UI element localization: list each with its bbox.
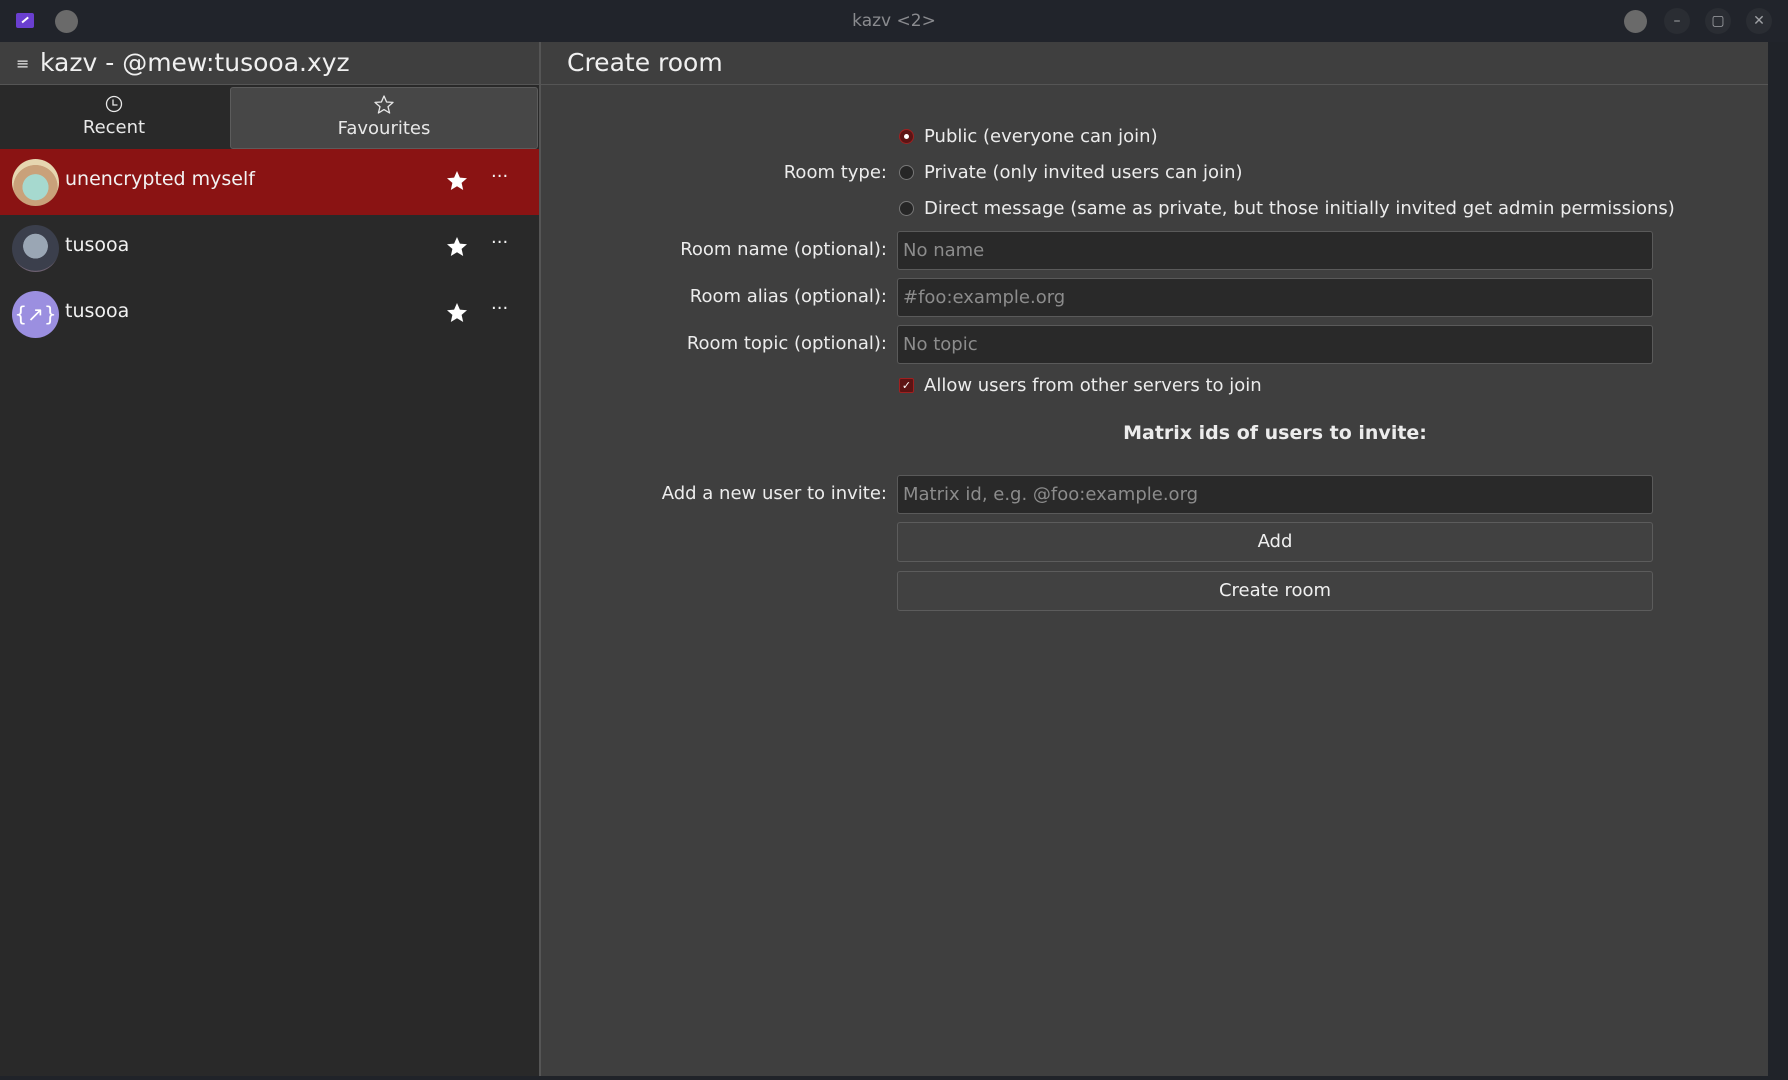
room-avatar	[12, 159, 59, 206]
room-avatar: {↗}	[12, 291, 59, 338]
room-alias-input[interactable]	[897, 278, 1653, 317]
tab-recent[interactable]: Recent	[0, 87, 228, 149]
invite-user-input[interactable]	[897, 475, 1653, 514]
radio-button[interactable]	[899, 200, 914, 216]
room-name: tusooa	[65, 234, 130, 256]
create-room-page: Create room Room type: Public (everyone …	[541, 42, 1768, 1076]
room-alias-label: Room alias (optional):	[689, 286, 887, 307]
app-window: ≡ kazv - @mew:tusooa.xyz Recent Favourit…	[0, 42, 1768, 1076]
radio-private-label: Private (only invited users can join)	[924, 161, 1243, 183]
favourite-star-icon[interactable]	[445, 235, 469, 259]
room-topic-input[interactable]	[897, 325, 1653, 364]
window-extra-button[interactable]	[1624, 10, 1647, 33]
favourite-star-icon[interactable]	[445, 301, 469, 325]
room-name-input[interactable]	[897, 231, 1653, 270]
allow-federation-checkbox-row[interactable]: ✓ Allow users from other servers to join	[899, 375, 1262, 396]
radio-direct-message-label: Direct message (same as private, but tho…	[924, 197, 1675, 219]
radio-public[interactable]: Public (everyone can join)	[899, 123, 1158, 149]
room-list-item[interactable]: {↗} tusooa ···	[0, 281, 539, 347]
invite-user-label: Add a new user to invite:	[661, 483, 887, 504]
maximize-button[interactable]: ▢	[1705, 8, 1731, 34]
allow-federation-label: Allow users from other servers to join	[924, 375, 1262, 396]
room-type-label: Room type:	[783, 162, 887, 183]
window-titlebar: kazv <2> – ▢ ✕	[0, 0, 1788, 42]
create-room-button[interactable]: Create room	[897, 571, 1653, 611]
tab-favourites[interactable]: Favourites	[230, 87, 538, 149]
room-topic-label: Room topic (optional):	[686, 333, 887, 354]
clock-icon	[105, 95, 123, 113]
room-list-item[interactable]: tusooa ···	[0, 215, 539, 281]
page-title: Create room	[567, 48, 723, 77]
radio-private[interactable]: Private (only invited users can join)	[899, 159, 1243, 185]
minimize-button[interactable]: –	[1664, 8, 1690, 34]
room-name: tusooa	[65, 300, 130, 322]
room-list-tabs: Recent Favourites	[0, 85, 539, 149]
invite-section-title: Matrix ids of users to invite:	[1123, 422, 1427, 444]
sidebar-header: ≡ kazv - @mew:tusooa.xyz	[0, 42, 539, 85]
room-name: unencrypted myself	[65, 168, 255, 190]
radio-public-label: Public (everyone can join)	[924, 125, 1158, 147]
room-more-options-button[interactable]: ···	[491, 166, 508, 187]
tab-recent-label: Recent	[82, 117, 146, 138]
tab-favourites-label: Favourites	[337, 118, 431, 139]
close-button[interactable]: ✕	[1746, 8, 1772, 34]
hamburger-menu-icon[interactable]: ≡	[16, 54, 29, 73]
room-list: unencrypted myself ··· tusooa ··· {↗} tu…	[0, 149, 539, 347]
room-list-item[interactable]: unencrypted myself ···	[0, 149, 539, 215]
allow-federation-checkbox[interactable]: ✓	[899, 378, 914, 393]
add-invitee-button[interactable]: Add	[897, 522, 1653, 562]
window-title: kazv <2>	[852, 11, 936, 31]
star-outline-icon	[374, 95, 394, 114]
favourite-star-icon[interactable]	[445, 169, 469, 193]
room-more-options-button[interactable]: ···	[491, 232, 508, 253]
room-name-label: Room name (optional):	[680, 239, 887, 260]
sidebar: ≡ kazv - @mew:tusooa.xyz Recent Favourit…	[0, 42, 539, 1076]
radio-button[interactable]	[899, 128, 914, 144]
radio-direct-message[interactable]: Direct message (same as private, but tho…	[899, 195, 1675, 221]
room-avatar	[12, 225, 59, 272]
page-header: Create room	[541, 42, 1768, 85]
account-title: kazv - @mew:tusooa.xyz	[40, 48, 350, 77]
radio-button[interactable]	[899, 164, 914, 180]
room-more-options-button[interactable]: ···	[491, 298, 508, 319]
